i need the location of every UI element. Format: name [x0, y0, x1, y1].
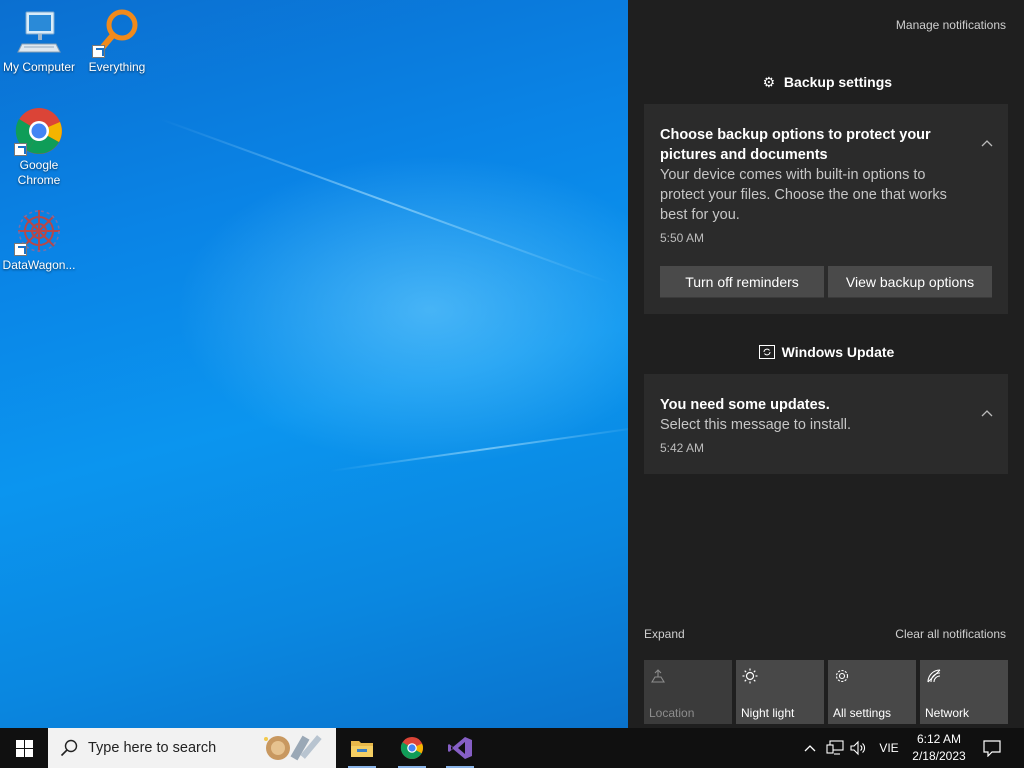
notification-icon — [983, 739, 1001, 757]
notification-body: Your device comes with built-in options … — [660, 167, 947, 223]
notification-group-header-windows-update: Windows Update — [644, 344, 1008, 360]
network-icon — [927, 669, 941, 683]
chrome-icon — [400, 736, 424, 760]
gear-icon — [835, 669, 849, 683]
notification-time: 5:50 AM — [660, 231, 705, 245]
chrome-icon — [14, 106, 64, 156]
quick-action-location[interactable]: Location — [644, 660, 732, 724]
notification-group-header-backup: ⚙ Backup settings — [644, 74, 1008, 91]
visual-studio-icon — [448, 737, 472, 759]
chevron-up-icon[interactable] — [980, 137, 994, 151]
quick-action-label: Night light — [741, 706, 795, 720]
network-wired-icon — [826, 740, 844, 755]
tray-volume-button[interactable] — [846, 728, 870, 768]
show-hidden-icons-button[interactable] — [800, 728, 820, 768]
action-center-button[interactable] — [976, 728, 1008, 768]
notification-time: 5:42 AM — [660, 441, 705, 455]
start-button[interactable] — [0, 728, 48, 768]
quick-action-all-settings[interactable]: All settings — [828, 660, 916, 724]
clear-all-notifications-link[interactable]: Clear all notifications — [895, 627, 1006, 641]
group-header-label: Windows Update — [781, 344, 895, 360]
magnifier-icon — [92, 8, 142, 58]
desktop-icon-datawagon[interactable]: DataWagon... — [0, 206, 78, 273]
desktop-icon-my-computer[interactable]: My Computer — [0, 8, 78, 75]
chevron-up-icon[interactable] — [980, 407, 994, 421]
desktop-icon-google-chrome[interactable]: Google Chrome — [0, 106, 78, 188]
file-explorer-icon — [351, 741, 373, 757]
notification-card-backup[interactable]: Choose backup options to protect your pi… — [644, 104, 1008, 314]
search-icon — [60, 739, 78, 757]
taskbar: Type here to search VIE 6:12 AM 2/18/202… — [0, 728, 1024, 768]
shortcut-arrow-icon — [92, 45, 105, 58]
location-icon — [651, 669, 665, 683]
tray-language-button[interactable]: VIE — [874, 728, 904, 768]
chevron-up-icon — [804, 745, 816, 752]
windows-update-icon — [758, 344, 776, 360]
taskbar-google-chrome[interactable] — [388, 728, 436, 768]
wallpaper-light-beam — [329, 425, 628, 472]
turn-off-reminders-button[interactable]: Turn off reminders — [660, 266, 824, 298]
desktop: My Computer Everything Google Chrome Dat… — [0, 0, 628, 728]
quick-action-night-light[interactable]: Night light — [736, 660, 824, 724]
search-highlight-art-icon — [264, 735, 322, 761]
windows-logo-icon — [15, 739, 33, 757]
clock-date: 2/18/2023 — [912, 749, 966, 763]
desktop-icon-everything[interactable]: Everything — [78, 8, 156, 75]
expand-link[interactable]: Expand — [644, 627, 685, 641]
manage-notifications-link[interactable]: Manage notifications — [896, 18, 1006, 32]
computer-icon — [14, 8, 64, 58]
speaker-icon — [850, 740, 865, 756]
tray-clock[interactable]: 6:12 AM 2/18/2023 — [906, 731, 972, 765]
clock-time: 6:12 AM — [916, 732, 962, 746]
notification-title: You need some updates. — [660, 397, 830, 413]
datawagon-icon — [14, 206, 64, 256]
night-light-icon — [742, 668, 758, 684]
desktop-icon-label: Google Chrome — [17, 158, 61, 187]
quick-action-label: All settings — [833, 706, 892, 720]
notification-body: Select this message to install. — [660, 417, 852, 433]
quick-action-label: Network — [925, 706, 970, 720]
search-placeholder: Type here to search — [88, 740, 217, 756]
taskbar-search-box[interactable]: Type here to search — [48, 728, 336, 768]
notification-title: Choose backup options to protect your pi… — [660, 127, 931, 163]
action-center-panel: Manage notifications ⚙ Backup settings Ch… — [628, 0, 1024, 728]
desktop-icon-label: Everything — [88, 60, 146, 74]
shortcut-arrow-icon — [14, 143, 27, 156]
tray-network-button[interactable] — [824, 728, 846, 768]
view-backup-options-button[interactable]: View backup options — [828, 266, 992, 298]
quick-action-label: Location — [649, 706, 695, 720]
shortcut-arrow-icon — [14, 243, 27, 256]
wallpaper-light-beam — [159, 118, 612, 285]
desktop-icon-label: DataWagon... — [2, 258, 76, 272]
taskbar-file-explorer[interactable] — [338, 728, 386, 768]
quick-action-network[interactable]: Network — [920, 660, 1008, 724]
notification-card-windows-update[interactable]: You need some updates. Select this messa… — [644, 374, 1008, 474]
gear-icon: ⚙ — [762, 74, 776, 90]
desktop-icon-label: My Computer — [2, 60, 76, 74]
group-header-label: Backup settings — [783, 74, 893, 90]
taskbar-visual-studio[interactable] — [436, 728, 484, 768]
